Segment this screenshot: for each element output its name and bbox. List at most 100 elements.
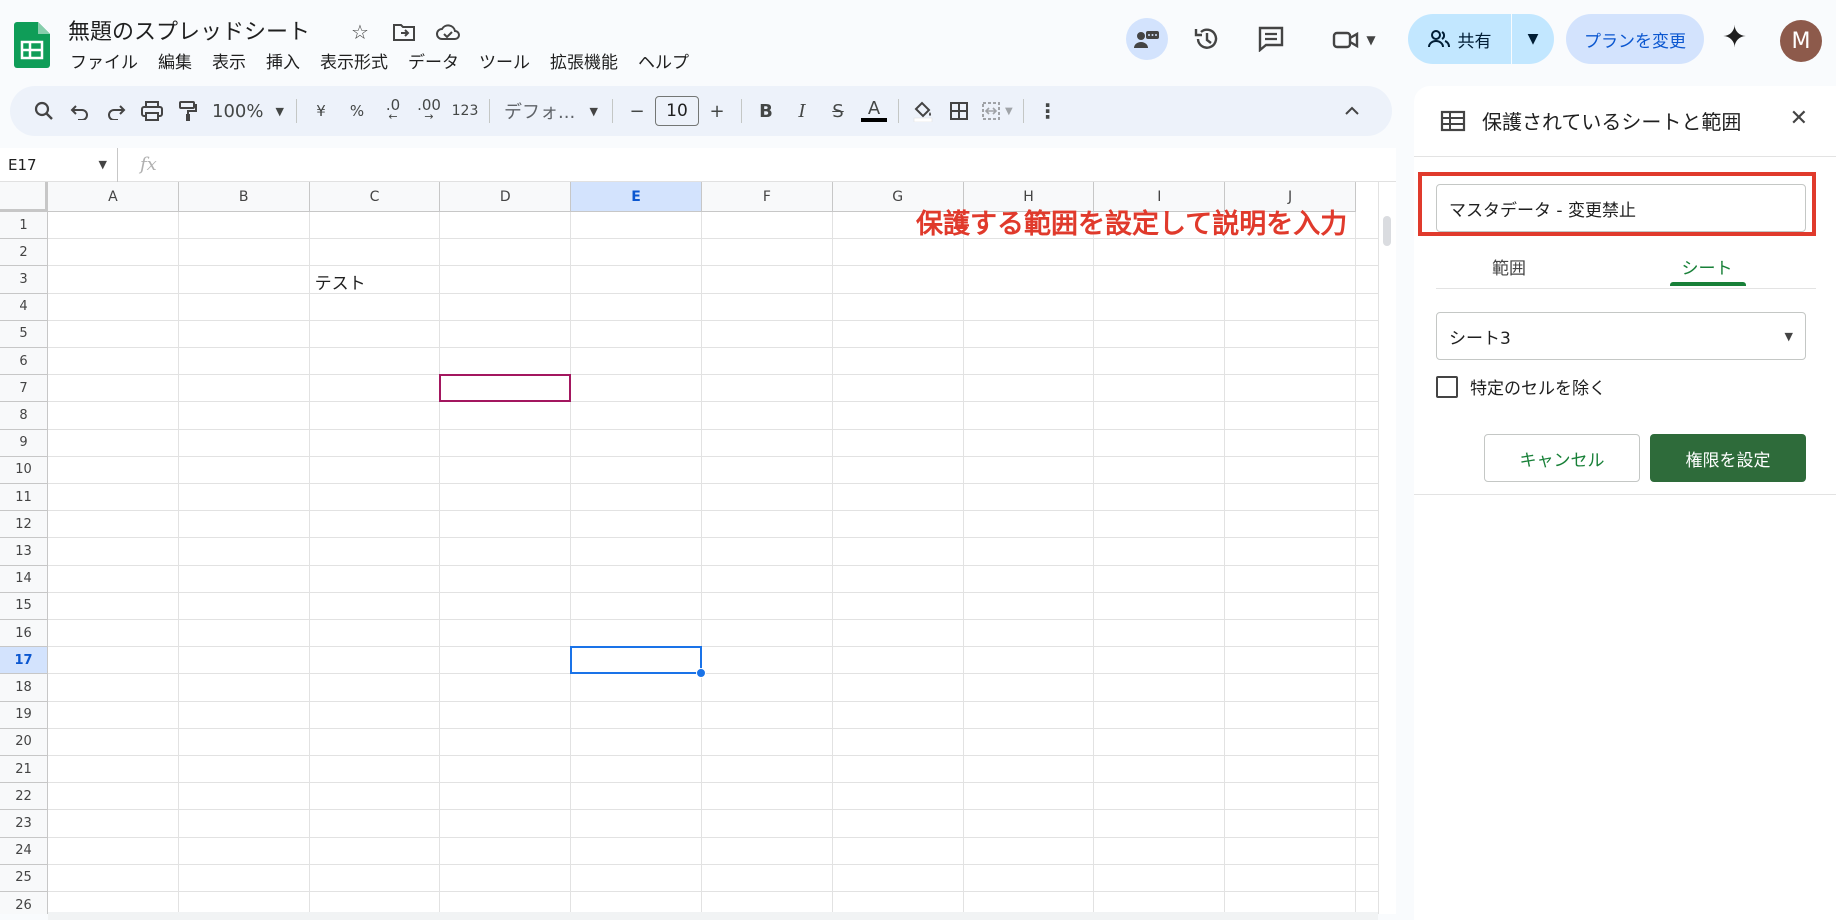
menu-edit[interactable]: 編集 xyxy=(148,50,202,76)
select-all-corner[interactable] xyxy=(0,182,48,212)
menu-insert[interactable]: 挿入 xyxy=(256,50,310,76)
share-dropdown-button[interactable]: ▼ xyxy=(1512,14,1554,64)
column-header[interactable]: F xyxy=(702,182,833,212)
row-header[interactable]: 19 xyxy=(0,701,48,729)
avatar[interactable]: M xyxy=(1780,20,1822,62)
row-header[interactable]: 16 xyxy=(0,620,48,648)
row-header[interactable]: 11 xyxy=(0,484,48,512)
bold-button[interactable]: B xyxy=(748,94,784,128)
row-header[interactable]: 15 xyxy=(0,592,48,620)
tab-range[interactable]: 範囲 xyxy=(1414,244,1604,288)
fill-handle[interactable] xyxy=(696,668,706,679)
description-input[interactable]: マスタデータ - 変更禁止 xyxy=(1436,184,1806,232)
text-color-button[interactable]: A xyxy=(856,94,892,128)
menu-file[interactable]: ファイル xyxy=(60,50,148,76)
name-box[interactable]: E17 ▼ xyxy=(0,147,118,182)
menu-tools[interactable]: ツール xyxy=(469,50,540,76)
menu-view[interactable]: 表示 xyxy=(202,50,256,76)
decrease-font-size-button[interactable]: − xyxy=(619,94,655,128)
row-header[interactable]: 8 xyxy=(0,402,48,430)
italic-button[interactable]: I xyxy=(784,94,820,128)
share-button[interactable]: 共有 xyxy=(1408,14,1512,64)
cell-c3[interactable]: テスト xyxy=(315,269,366,294)
row-header[interactable]: 23 xyxy=(0,810,48,838)
toolbar: 100% ▼ ¥ % .0 ← .00 → 123 デフォ... ▼ − 10 … xyxy=(10,86,1392,136)
increase-decimal-button[interactable]: .00 → xyxy=(411,94,447,128)
sheet-select[interactable]: シート3 ▼ xyxy=(1436,312,1806,360)
menu-format[interactable]: 表示形式 xyxy=(310,50,398,76)
star-icon[interactable]: ☆ xyxy=(346,18,374,46)
font-select[interactable]: デフォ... ▼ xyxy=(496,94,606,128)
hide-menus-icon[interactable] xyxy=(1334,94,1370,128)
row-header[interactable]: 25 xyxy=(0,864,48,892)
borders-icon[interactable] xyxy=(941,94,977,128)
zoom-select[interactable]: 100% ▼ xyxy=(206,94,290,128)
except-cells-option[interactable]: 特定のセルを除く xyxy=(1436,374,1606,399)
row-header[interactable]: 12 xyxy=(0,511,48,539)
row-header[interactable]: 18 xyxy=(0,674,48,702)
change-plan-button[interactable]: プランを変更 xyxy=(1566,14,1704,64)
search-menus-icon[interactable] xyxy=(26,94,62,128)
paint-format-icon[interactable] xyxy=(170,94,206,128)
cancel-button[interactable]: キャンセル xyxy=(1484,434,1640,482)
currency-format-button[interactable]: ¥ xyxy=(303,94,339,128)
scrollbar-thumb[interactable] xyxy=(1383,216,1391,246)
grid-line xyxy=(48,455,1378,457)
gemini-sparkle-icon[interactable]: ✦ xyxy=(1722,20,1747,55)
app-header: 無題のスプレッドシート ☆ ファイル 編集 表示 挿入 表示形式 データ ツール… xyxy=(0,0,1836,86)
strikethrough-button[interactable]: S xyxy=(820,94,856,128)
move-folder-icon[interactable] xyxy=(390,18,418,46)
panel-header: 保護されているシートと範囲 xyxy=(1440,106,1741,135)
show-edit-history-icon[interactable] xyxy=(1126,18,1168,60)
row-header[interactable]: 9 xyxy=(0,429,48,457)
row-header[interactable]: 4 xyxy=(0,293,48,321)
row-header[interactable]: 7 xyxy=(0,375,48,403)
row-header[interactable]: 17 xyxy=(0,647,48,675)
sheets-logo-icon[interactable] xyxy=(14,22,50,68)
row-header[interactable]: 26 xyxy=(0,892,48,914)
selected-cell[interactable] xyxy=(570,646,702,675)
row-header[interactable]: 24 xyxy=(0,837,48,865)
column-header[interactable]: E xyxy=(571,182,702,212)
row-header[interactable]: 13 xyxy=(0,538,48,566)
menu-extensions[interactable]: 拡張機能 xyxy=(540,50,628,76)
number-format-button[interactable]: 123 xyxy=(447,94,483,128)
menu-data[interactable]: データ xyxy=(398,50,469,76)
undo-icon[interactable] xyxy=(62,94,98,128)
column-header[interactable]: A xyxy=(48,182,179,212)
more-options-icon[interactable]: ⋮ xyxy=(1030,94,1066,128)
column-header[interactable]: B xyxy=(178,182,310,212)
row-header[interactable]: 14 xyxy=(0,565,48,593)
print-icon[interactable] xyxy=(134,94,170,128)
meet-button[interactable]: ▼ xyxy=(1326,24,1382,56)
version-history-icon[interactable] xyxy=(1186,18,1228,60)
menu-help[interactable]: ヘルプ xyxy=(628,50,699,76)
row-header[interactable]: 3 xyxy=(0,266,48,294)
font-size-input[interactable]: 10 xyxy=(655,96,699,126)
row-header[interactable]: 6 xyxy=(0,348,48,376)
doc-title[interactable]: 無題のスプレッドシート xyxy=(68,14,310,46)
sheet-grid[interactable]: A B C D E F G H I J 1 2 3 4 5 6 7 8 9 10 11 12 13 14 15 16 17 18 19 2… xyxy=(0,182,1378,914)
row-header[interactable]: 20 xyxy=(0,728,48,756)
cloud-status-icon[interactable] xyxy=(434,18,462,46)
row-header[interactable]: 10 xyxy=(0,456,48,484)
redo-icon[interactable] xyxy=(98,94,134,128)
horizontal-scrollbar[interactable] xyxy=(48,912,1378,920)
decrease-decimal-button[interactable]: .0 ← xyxy=(375,94,411,128)
row-header[interactable]: 2 xyxy=(0,239,48,267)
row-header[interactable]: 1 xyxy=(0,212,48,240)
set-permissions-button[interactable]: 権限を設定 xyxy=(1650,434,1806,482)
comments-icon[interactable] xyxy=(1250,18,1292,60)
except-cells-checkbox[interactable] xyxy=(1436,375,1458,398)
column-header[interactable]: C xyxy=(309,182,441,212)
fill-color-icon[interactable] xyxy=(905,94,941,128)
column-header[interactable]: D xyxy=(440,182,572,212)
vertical-scrollbar[interactable] xyxy=(1378,182,1396,914)
row-header[interactable]: 22 xyxy=(0,783,48,811)
grid-line xyxy=(48,537,1378,539)
row-header[interactable]: 21 xyxy=(0,756,48,784)
percent-format-button[interactable]: % xyxy=(339,94,375,128)
row-header[interactable]: 5 xyxy=(0,320,48,348)
increase-font-size-button[interactable]: + xyxy=(699,94,735,128)
close-icon[interactable]: ✕ xyxy=(1790,106,1808,131)
